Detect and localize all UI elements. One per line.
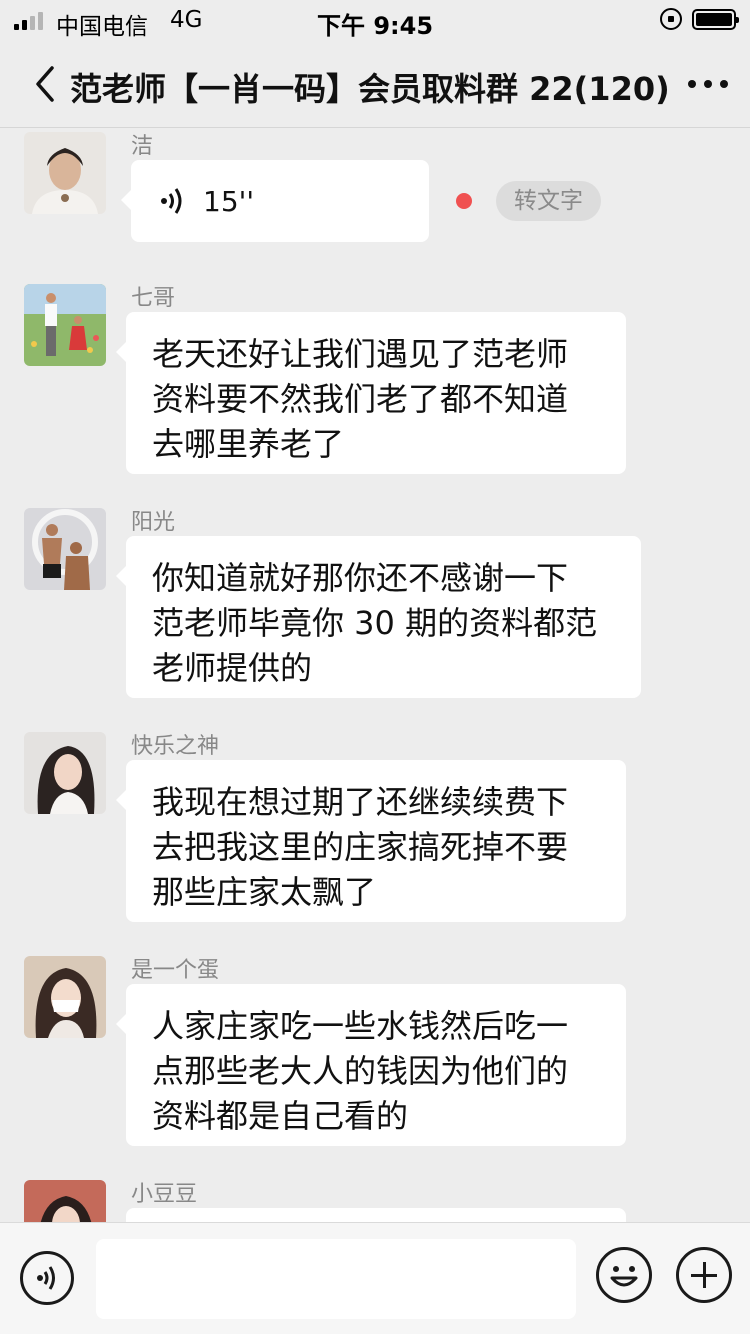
message-list[interactable]: 洁 15'' 转文字 七哥 老天还好让我们遇见了范老师 资料要不然我们老了都不知… [0,128,750,1222]
message-line: 范老师毕竟你 30 期的资料都范 [152,604,598,642]
message-line: 去哪里养老了 [152,425,345,463]
chevron-left-icon [36,66,54,102]
voice-mode-button[interactable] [20,1251,74,1305]
text-message-bubble[interactable]: 我现在想过期了还继续续费下 去把我这里的庄家搞死掉不要 那些庄家太飘了 [116,760,626,922]
message-line: 资料要不然我们老了都不知道 [152,380,569,418]
message-input[interactable] [96,1239,576,1319]
message-line: 老天还好让我们遇见了范老师 [152,335,569,373]
more-functions-button[interactable] [676,1247,732,1303]
battery-icon [692,9,739,30]
sender-name: 七哥 [131,286,176,311]
message-line: 人家庄家吃一些水钱然后吃一 [152,1007,569,1045]
status-bar: 中国电信 4G 下午 9:45 [0,0,750,40]
emoji-icon [610,1266,638,1287]
sender-name: 小豆豆 [131,1182,198,1207]
back-button[interactable] [28,62,64,106]
status-time: 下午 9:45 [316,12,434,40]
unread-indicator [456,193,472,209]
orientation-lock-icon [660,8,682,30]
message-line: 点那些老大人的钱因为他们的 [152,1052,569,1090]
text-message-bubble[interactable] [126,1208,626,1222]
sender-name: 阳光 [131,510,176,535]
voice-message-bubble[interactable]: 15'' [121,160,429,242]
message-line: 我现在想过期了还继续续费下 [152,783,569,821]
avatar[interactable] [24,132,106,214]
message-line: 去把我这里的庄家搞死掉不要 [152,828,569,866]
avatar[interactable] [24,732,106,814]
sender-name: 是一个蛋 [131,958,220,983]
message-line: 资料都是自己看的 [152,1097,409,1135]
voice-duration: 15'' [203,184,255,218]
sender-name: 洁 [131,134,154,159]
ellipsis-icon [688,80,728,88]
voice-mode-icon [37,1266,55,1290]
message-line: 你知道就好那你还不感谢一下 [152,559,569,597]
text-message-bubble[interactable]: 你知道就好那你还不感谢一下 范老师毕竟你 30 期的资料都范 老师提供的 [116,536,641,698]
message-line: 老师提供的 [152,649,313,687]
text-message-bubble[interactable]: 老天还好让我们遇见了范老师 资料要不然我们老了都不知道 去哪里养老了 [116,312,626,474]
input-bar [0,1222,750,1334]
text-message-bubble[interactable]: 人家庄家吃一些水钱然后吃一 点那些老大人的钱因为他们的 资料都是自己看的 [116,984,626,1146]
chat-header: 范老师【一肖一码】会员取料群 22(120) [0,40,750,128]
sender-name: 快乐之神 [131,734,220,759]
avatar[interactable] [24,1180,106,1222]
avatar[interactable] [24,956,106,1038]
convert-to-text-button[interactable]: 转文字 [496,181,601,221]
voice-wave-icon [161,188,182,214]
chat-title: 范老师【一肖一码】会员取料群 22(120) [70,70,670,108]
emoji-button[interactable] [596,1247,652,1303]
avatar[interactable] [24,284,106,366]
more-button[interactable] [682,64,742,104]
avatar[interactable] [24,508,106,590]
message-line: 那些庄家太飘了 [152,873,377,911]
